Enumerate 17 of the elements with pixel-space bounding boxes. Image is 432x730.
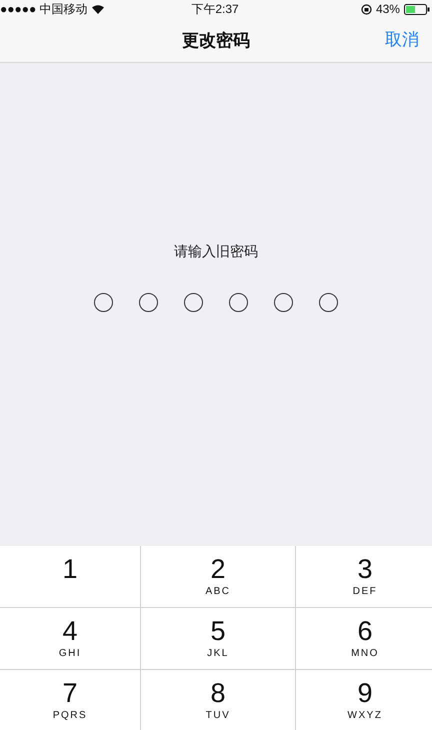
battery-percent: 43% (376, 2, 400, 16)
keypad-key[interactable]: 7 PQRS (0, 670, 140, 730)
keypad-key[interactable]: 5 JKL (141, 608, 295, 669)
keypad-key[interactable]: 9 WXYZ (296, 670, 432, 730)
page-title: 更改密码 (182, 30, 250, 52)
keypad-key[interactable]: 8 TUV (141, 670, 295, 730)
keypad-key[interactable]: 1 (0, 546, 140, 607)
battery-icon (404, 4, 430, 14)
clock-label: 下午2:37 (191, 0, 239, 18)
keypad-key[interactable]: 6 MNO (296, 608, 432, 669)
keypad-key[interactable]: 4 GHI (0, 608, 140, 669)
rotation-lock-icon (360, 4, 372, 14)
carrier-label: ●●●●● 中国移动 (0, 0, 88, 18)
wifi-icon (92, 4, 104, 14)
keypad-key[interactable]: 3 DEF (296, 546, 432, 607)
passcode-prompt: 请输入旧密码 (174, 243, 258, 261)
keypad-key[interactable]: 2 ABC (141, 546, 295, 607)
